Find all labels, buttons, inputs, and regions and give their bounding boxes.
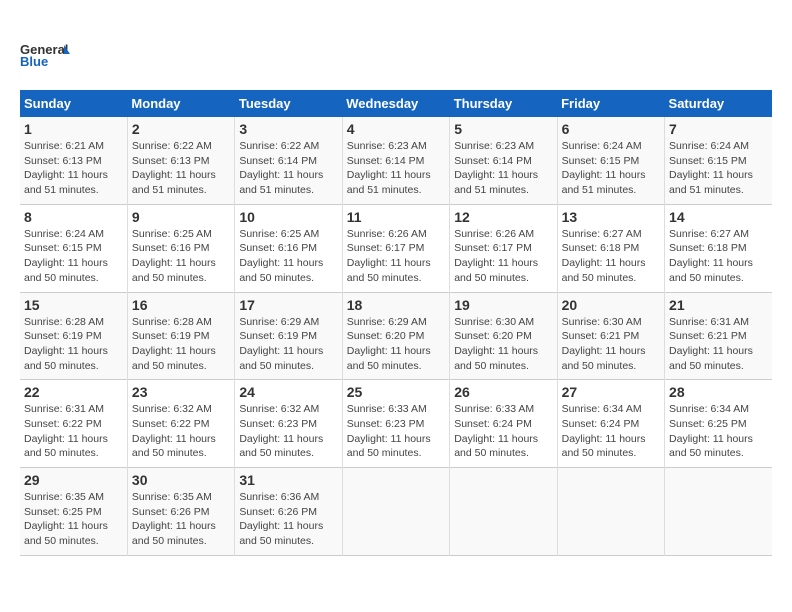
calendar-week-3: 15Sunrise: 6:28 AMSunset: 6:19 PMDayligh… [20,292,772,380]
page-header: General Blue [20,20,772,80]
calendar-header-row: SundayMondayTuesdayWednesdayThursdayFrid… [20,90,772,117]
header-wednesday: Wednesday [342,90,449,117]
table-row: 29Sunrise: 6:35 AMSunset: 6:25 PMDayligh… [20,468,127,556]
table-row: 21Sunrise: 6:31 AMSunset: 6:21 PMDayligh… [665,292,772,380]
table-row [342,468,449,556]
table-row: 26Sunrise: 6:33 AMSunset: 6:24 PMDayligh… [450,380,557,468]
table-row: 18Sunrise: 6:29 AMSunset: 6:20 PMDayligh… [342,292,449,380]
calendar-week-1: 1Sunrise: 6:21 AMSunset: 6:13 PMDaylight… [20,117,772,204]
table-row: 1Sunrise: 6:21 AMSunset: 6:13 PMDaylight… [20,117,127,204]
table-row: 27Sunrise: 6:34 AMSunset: 6:24 PMDayligh… [557,380,664,468]
table-row: 4Sunrise: 6:23 AMSunset: 6:14 PMDaylight… [342,117,449,204]
table-row: 28Sunrise: 6:34 AMSunset: 6:25 PMDayligh… [665,380,772,468]
table-row: 2Sunrise: 6:22 AMSunset: 6:13 PMDaylight… [127,117,234,204]
table-row: 7Sunrise: 6:24 AMSunset: 6:15 PMDaylight… [665,117,772,204]
table-row: 6Sunrise: 6:24 AMSunset: 6:15 PMDaylight… [557,117,664,204]
table-row: 9Sunrise: 6:25 AMSunset: 6:16 PMDaylight… [127,204,234,292]
header-sunday: Sunday [20,90,127,117]
table-row: 5Sunrise: 6:23 AMSunset: 6:14 PMDaylight… [450,117,557,204]
table-row: 19Sunrise: 6:30 AMSunset: 6:20 PMDayligh… [450,292,557,380]
table-row: 17Sunrise: 6:29 AMSunset: 6:19 PMDayligh… [235,292,342,380]
table-row: 10Sunrise: 6:25 AMSunset: 6:16 PMDayligh… [235,204,342,292]
table-row: 16Sunrise: 6:28 AMSunset: 6:19 PMDayligh… [127,292,234,380]
calendar-week-2: 8Sunrise: 6:24 AMSunset: 6:15 PMDaylight… [20,204,772,292]
calendar-week-5: 29Sunrise: 6:35 AMSunset: 6:25 PMDayligh… [20,468,772,556]
table-row: 22Sunrise: 6:31 AMSunset: 6:22 PMDayligh… [20,380,127,468]
table-row: 30Sunrise: 6:35 AMSunset: 6:26 PMDayligh… [127,468,234,556]
table-row: 8Sunrise: 6:24 AMSunset: 6:15 PMDaylight… [20,204,127,292]
table-row: 15Sunrise: 6:28 AMSunset: 6:19 PMDayligh… [20,292,127,380]
header-tuesday: Tuesday [235,90,342,117]
table-row: 20Sunrise: 6:30 AMSunset: 6:21 PMDayligh… [557,292,664,380]
header-thursday: Thursday [450,90,557,117]
logo: General Blue [20,30,70,80]
table-row: 13Sunrise: 6:27 AMSunset: 6:18 PMDayligh… [557,204,664,292]
logo-svg: General Blue [20,30,70,80]
table-row: 23Sunrise: 6:32 AMSunset: 6:22 PMDayligh… [127,380,234,468]
calendar-table: SundayMondayTuesdayWednesdayThursdayFrid… [20,90,772,556]
table-row [665,468,772,556]
header-monday: Monday [127,90,234,117]
table-row: 24Sunrise: 6:32 AMSunset: 6:23 PMDayligh… [235,380,342,468]
table-row [557,468,664,556]
table-row: 3Sunrise: 6:22 AMSunset: 6:14 PMDaylight… [235,117,342,204]
table-row [450,468,557,556]
calendar-week-4: 22Sunrise: 6:31 AMSunset: 6:22 PMDayligh… [20,380,772,468]
header-friday: Friday [557,90,664,117]
table-row: 12Sunrise: 6:26 AMSunset: 6:17 PMDayligh… [450,204,557,292]
svg-text:Blue: Blue [20,54,48,69]
table-row: 31Sunrise: 6:36 AMSunset: 6:26 PMDayligh… [235,468,342,556]
table-row: 25Sunrise: 6:33 AMSunset: 6:23 PMDayligh… [342,380,449,468]
table-row: 14Sunrise: 6:27 AMSunset: 6:18 PMDayligh… [665,204,772,292]
header-saturday: Saturday [665,90,772,117]
table-row: 11Sunrise: 6:26 AMSunset: 6:17 PMDayligh… [342,204,449,292]
